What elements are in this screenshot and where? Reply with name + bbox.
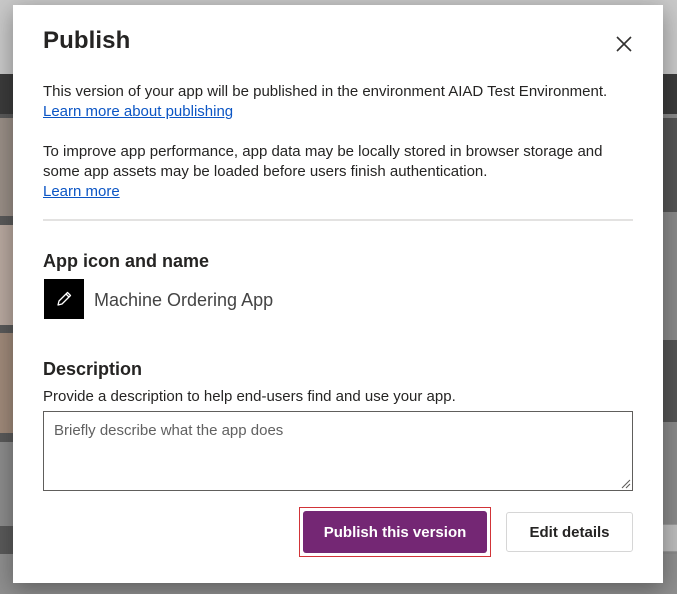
section-divider	[43, 219, 633, 221]
background-thumbnail	[0, 225, 13, 325]
close-button[interactable]	[609, 29, 639, 59]
resize-grip-icon[interactable]	[620, 478, 631, 489]
dialog-title: Publish	[43, 27, 131, 54]
background-product-image	[663, 340, 677, 422]
app-name: Machine Ordering App	[94, 290, 274, 310]
intro-text: This version of your app will be publish…	[43, 83, 608, 100]
app-icon-name-heading: App icon and name	[43, 251, 210, 271]
background-thumbnail	[0, 333, 13, 433]
background-product-image	[663, 118, 677, 212]
app-icon-button[interactable]	[44, 279, 84, 319]
performance-paragraph: To improve app performance, app data may…	[43, 142, 633, 202]
learn-more-link[interactable]: Learn more	[43, 183, 120, 200]
description-help-text: Provide a description to help end-users …	[43, 388, 456, 405]
learn-more-publishing-link[interactable]: Learn more about publishing	[43, 103, 233, 120]
close-icon	[616, 36, 632, 52]
intro-paragraph: This version of your app will be publish…	[43, 82, 633, 122]
pencil-icon	[57, 291, 72, 306]
description-textarea[interactable]	[43, 411, 633, 491]
background-thumbnail	[0, 118, 13, 216]
description-heading: Description	[43, 359, 143, 379]
publish-this-version-button[interactable]: Publish this version	[303, 511, 487, 553]
edit-details-button[interactable]: Edit details	[506, 512, 633, 552]
performance-text: To improve app performance, app data may…	[43, 143, 603, 180]
publish-dialog: Publish This version of your app will be…	[13, 5, 663, 583]
background-thumbnail	[0, 442, 13, 526]
